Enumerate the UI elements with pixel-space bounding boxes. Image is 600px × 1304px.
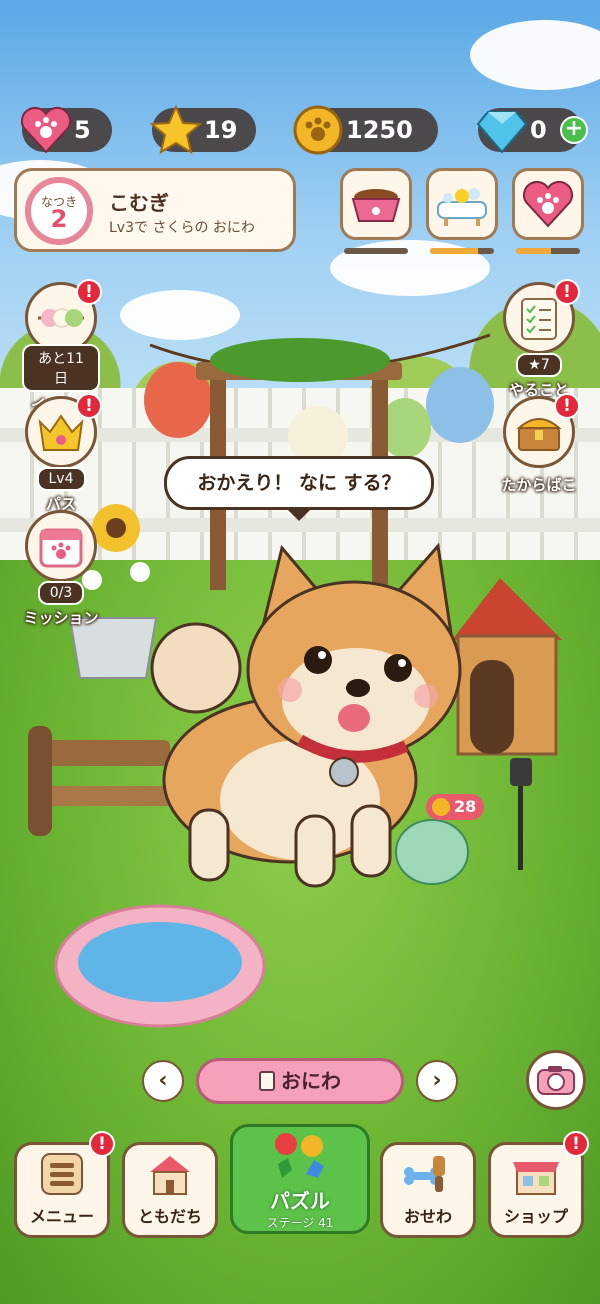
bath-meter-fill xyxy=(430,248,478,254)
checklist-icon xyxy=(521,298,557,340)
diamond-icon xyxy=(474,102,530,158)
heart-paw-icon xyxy=(18,102,74,158)
paw-coin-icon xyxy=(290,102,346,158)
mission-icon-frame xyxy=(25,510,97,582)
pass-level: Lv4 xyxy=(36,467,86,491)
shop-alert-badge: ! xyxy=(563,1131,589,1157)
menu-alert-badge: ! xyxy=(89,1131,115,1157)
pet-speech-bubble: おかえり！ なに する？ xyxy=(164,456,434,521)
bath-icon xyxy=(437,188,487,226)
gems-counter[interactable]: 0 + xyxy=(476,108,588,154)
treasure-icon-frame: ! xyxy=(503,393,580,468)
bone-brush-icon xyxy=(383,1145,473,1203)
food-bowl-icon xyxy=(351,189,401,222)
menu-tab[interactable]: メニュー ! xyxy=(14,1131,115,1238)
affection-meter xyxy=(516,248,580,254)
sunflower-center xyxy=(106,518,126,538)
care-label: おせわ xyxy=(403,1207,452,1226)
treasure-chest-icon xyxy=(516,418,562,451)
affection-button[interactable] xyxy=(512,168,584,240)
bench-leg xyxy=(28,726,52,836)
lamp-post xyxy=(518,780,523,870)
feed-meter xyxy=(344,248,408,254)
pass-button[interactable]: ! Lv4 パス xyxy=(22,393,102,514)
pet-name: こむぎ xyxy=(109,191,169,215)
dango-icon xyxy=(38,308,84,328)
crown-paw-icon xyxy=(38,414,84,451)
treat-pouch xyxy=(395,819,469,885)
pet-profile-card[interactable]: なつき 2 こむぎ Lv3で さくらの おにわ xyxy=(14,168,296,252)
lantern-blue xyxy=(426,367,494,443)
menu-label: メニュー xyxy=(29,1207,94,1226)
puzzle-pieces-icon xyxy=(233,1127,367,1185)
hearts-value: 5 xyxy=(74,116,91,144)
gems-value: 0 xyxy=(530,116,547,144)
lamp-head xyxy=(510,758,532,786)
paw-coin-icon xyxy=(432,798,450,816)
pass-alert-badge: ! xyxy=(76,393,102,419)
pass-icon-frame: ! xyxy=(25,393,102,468)
treasure-button[interactable]: ! たからばこ xyxy=(500,393,580,495)
camera-icon xyxy=(537,1066,575,1095)
todo-stars: ★7 xyxy=(516,353,562,377)
feed-button[interactable] xyxy=(340,168,412,240)
ivy xyxy=(210,338,390,382)
coins-value: 1250 xyxy=(346,116,413,144)
friend-house-icon xyxy=(125,1145,215,1203)
mission-progress: 0/3 xyxy=(37,581,85,605)
affection-level-value: 2 xyxy=(50,205,68,233)
affection-meter-fill xyxy=(516,248,552,254)
doghouse-door xyxy=(470,660,514,754)
event-alert-badge: ! xyxy=(76,279,102,305)
friends-label: ともだち xyxy=(137,1207,202,1226)
daisy xyxy=(130,562,150,582)
star-icon xyxy=(148,102,204,158)
treasure-label: たからばこ xyxy=(501,476,577,494)
todo-button[interactable]: ! ★7 やること xyxy=(500,279,580,400)
mission-label: ミッション xyxy=(23,609,99,627)
shop-tab[interactable]: ショップ ! xyxy=(488,1131,589,1238)
area-name-button[interactable]: おにわ xyxy=(196,1058,404,1104)
clipboard-icon xyxy=(259,1071,275,1091)
pouch-count-badge[interactable]: 28 xyxy=(426,794,485,820)
unlock-hint: Lv3で さくらの おにわ xyxy=(109,220,255,236)
pool-water xyxy=(78,922,242,1002)
stars-value: 19 xyxy=(204,116,238,144)
care-tab[interactable]: おせわ xyxy=(380,1142,476,1238)
calendar-paw-icon xyxy=(39,528,83,568)
prev-area-button[interactable]: ‹ xyxy=(142,1060,184,1102)
shop-label: ショップ xyxy=(503,1207,568,1226)
bath-button[interactable] xyxy=(426,168,498,240)
hearts-counter[interactable]: 5 xyxy=(21,107,112,154)
doghouse-roof xyxy=(452,578,562,640)
todo-icon-frame: ! xyxy=(503,279,580,354)
heart-paw-icon xyxy=(523,181,573,228)
area-name: おにわ xyxy=(281,1069,341,1093)
todo-alert-badge: ! xyxy=(554,279,580,305)
friends-tab[interactable]: ともだち xyxy=(122,1142,218,1238)
puzzle-stage: ステージ 41 xyxy=(266,1216,334,1230)
puzzle-tab[interactable]: パズル ステージ 41 xyxy=(230,1124,370,1234)
event-timer: あと11日 xyxy=(22,344,100,392)
mission-button[interactable]: 0/3 ミッション xyxy=(22,510,100,628)
puzzle-label: パズル xyxy=(270,1189,330,1213)
pouch-count: 28 xyxy=(454,797,477,816)
bath-meter xyxy=(430,248,494,254)
next-area-button[interactable]: › xyxy=(416,1060,458,1102)
coins-counter[interactable]: 1250 xyxy=(293,105,438,155)
bench-seat xyxy=(40,786,180,806)
camera-button[interactable] xyxy=(526,1050,586,1110)
affection-level-ring: なつき 2 xyxy=(25,177,93,245)
treasure-alert-badge: ! xyxy=(554,393,580,419)
add-gems-button[interactable]: + xyxy=(560,116,588,144)
stars-counter[interactable]: 19 xyxy=(150,104,256,155)
